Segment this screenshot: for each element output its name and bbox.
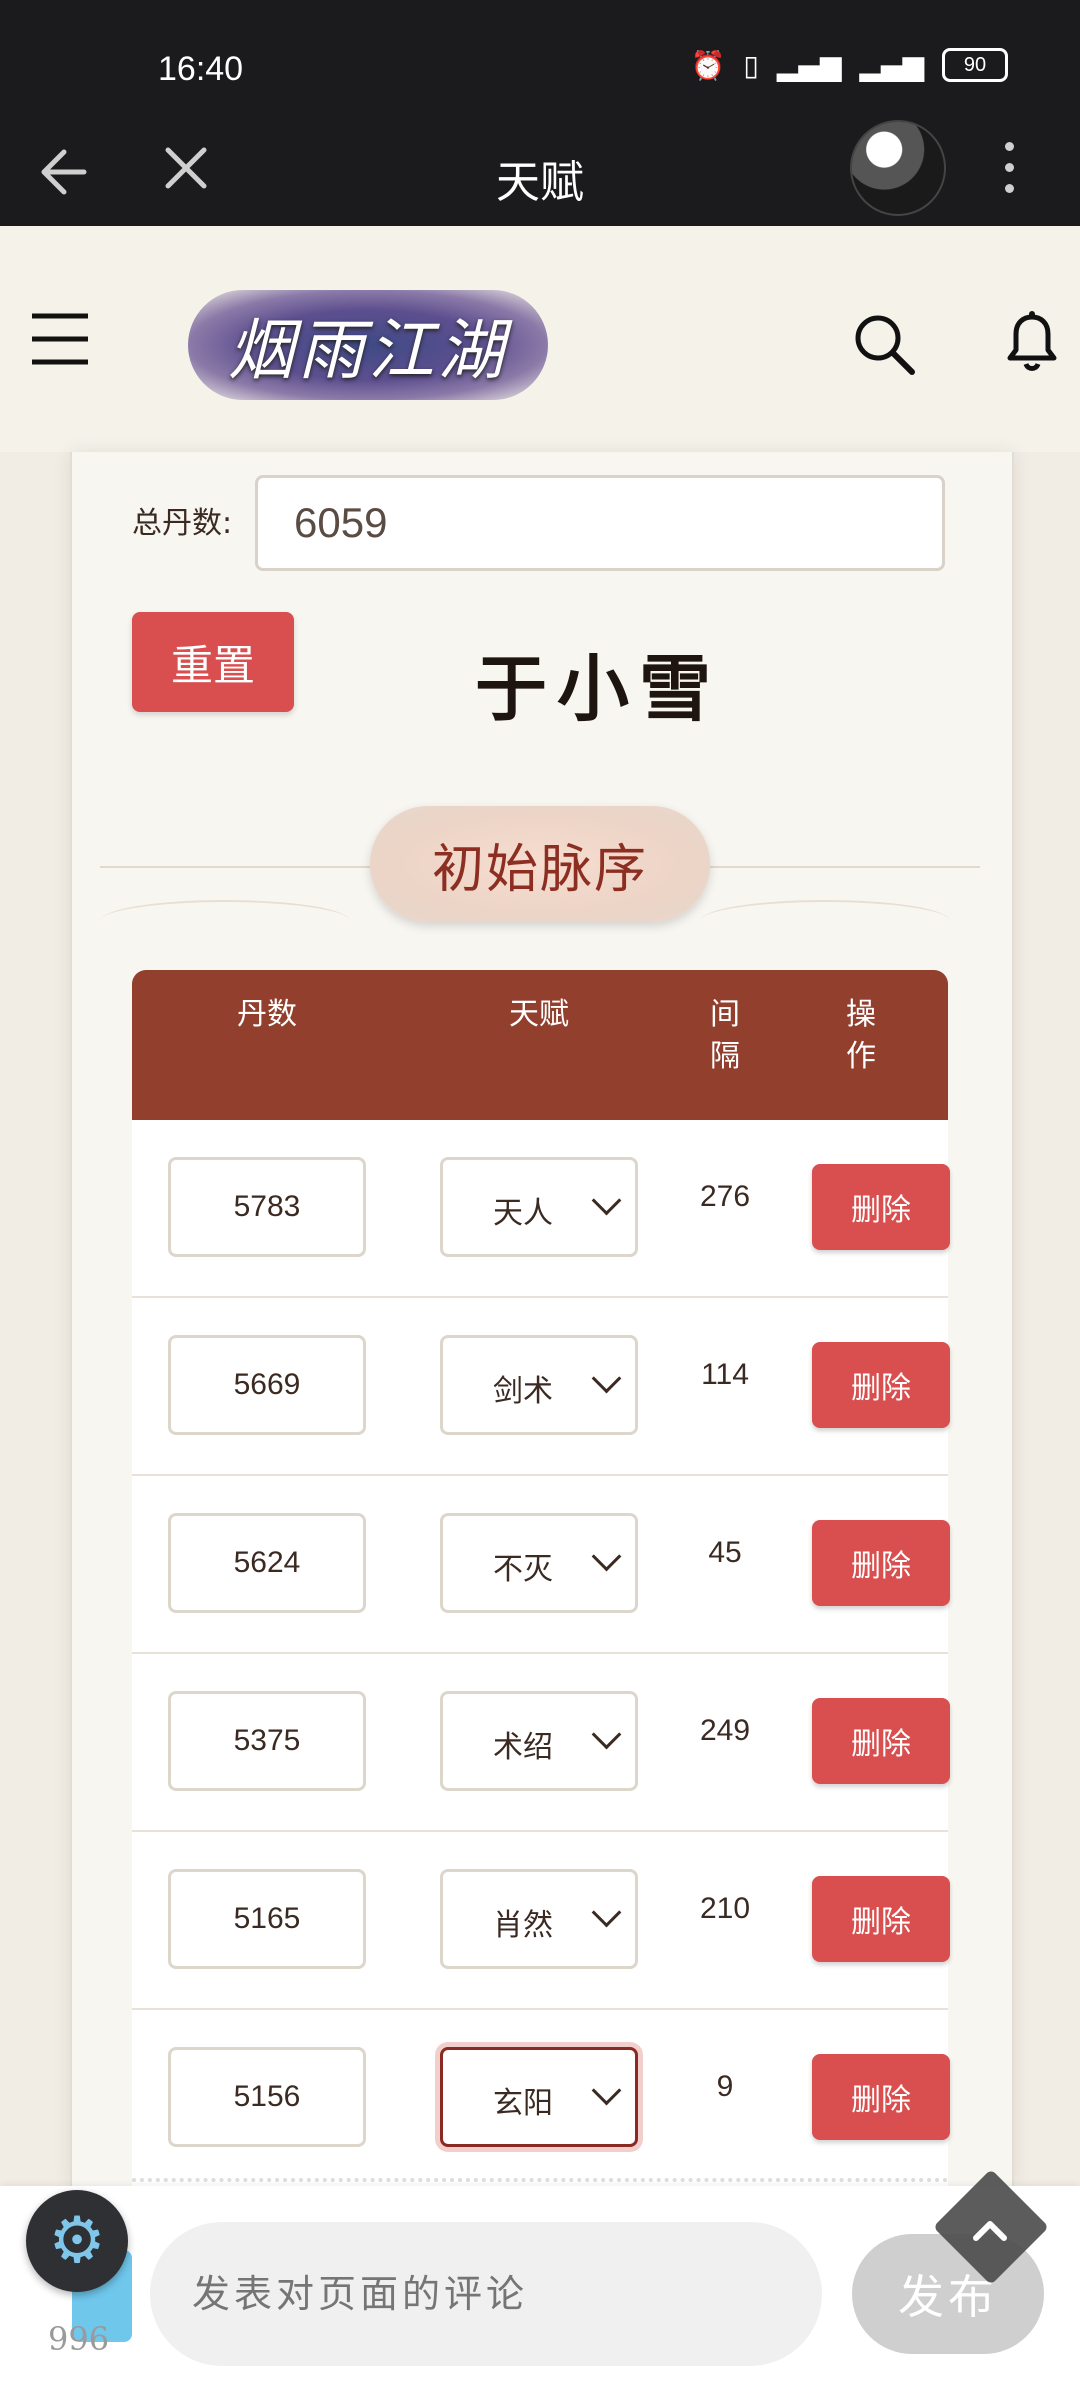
delete-button[interactable]: 删除 — [812, 1876, 950, 1962]
chevron-down-icon — [591, 1897, 622, 1928]
site-logo[interactable]: 烟雨江湖 — [188, 290, 548, 400]
header-action: 操 作 — [846, 997, 876, 1074]
battery-icon: 90 — [942, 48, 1008, 82]
avatar[interactable] — [850, 120, 946, 216]
talent-select[interactable]: 不灭 — [440, 1513, 638, 1613]
alarm-icon: ⏰ — [690, 48, 726, 82]
gear-icon[interactable]: ⚙ — [26, 2190, 128, 2292]
chevron-down-icon — [591, 1185, 622, 1216]
decor-wave-left — [100, 900, 350, 942]
header-talent: 天赋 — [509, 997, 569, 1032]
table-row: 5669 剑术 114 删除 — [132, 1298, 950, 1476]
table-row: 5624 不灭 45 删除 — [132, 1476, 950, 1654]
section-divider-right — [710, 866, 980, 868]
header-dan: 丹数 — [237, 997, 297, 1032]
gap-value: 114 — [701, 1358, 749, 1391]
gap-value: 276 — [699, 1180, 751, 1213]
dan-input[interactable]: 5783 — [168, 1157, 366, 1257]
delete-button[interactable]: 删除 — [812, 1164, 950, 1250]
reset-button[interactable]: 重置 — [132, 612, 294, 712]
talent-table: 5783 天人 276 删除 5669 剑术 114 删除 5624 不灭 45… — [132, 1120, 950, 2188]
status-icons: ⏰ ▯ ▂▄▆ ▂▄▆ 90 — [690, 48, 1008, 82]
chevron-up-icon — [973, 2221, 1007, 2241]
status-time: 16:40 — [158, 50, 244, 88]
character-name: 于小雪 — [474, 646, 721, 731]
delete-button[interactable]: 删除 — [812, 1698, 950, 1784]
table-row: 5783 天人 276 删除 — [132, 1120, 950, 1298]
chevron-down-icon — [591, 2075, 622, 2106]
decor-wave-right — [700, 900, 950, 942]
chevron-down-icon — [591, 1719, 622, 1750]
gap-value: 45 — [708, 1536, 742, 1569]
header-gap: 间 隔 — [710, 997, 740, 1074]
delete-button[interactable]: 删除 — [812, 2054, 950, 2140]
dan-input[interactable]: 5624 — [168, 1513, 366, 1613]
talent-select[interactable]: 玄阳 — [440, 2047, 638, 2147]
dan-input[interactable]: 5165 — [168, 1869, 366, 1969]
delete-button[interactable]: 删除 — [812, 1520, 950, 1606]
hamburger-menu-icon[interactable] — [30, 312, 92, 366]
close-icon[interactable] — [160, 142, 212, 194]
signal-icon: ▂▄▆ — [776, 48, 842, 82]
comment-input[interactable] — [150, 2222, 822, 2366]
comment-count: 996 — [48, 2320, 110, 2358]
delete-button[interactable]: 删除 — [812, 1342, 950, 1428]
chevron-down-icon — [591, 1363, 622, 1394]
more-options-icon[interactable] — [1005, 142, 1015, 193]
dan-input[interactable]: 5156 — [168, 2047, 366, 2147]
signal-icon-2: ▂▄▆ — [859, 48, 924, 82]
talent-select[interactable]: 天人 — [440, 1157, 638, 1257]
talent-select[interactable]: 剑术 — [440, 1335, 638, 1435]
section-divider-left — [100, 866, 370, 868]
gap-value: 9 — [716, 2070, 734, 2103]
total-dan-label: 总丹数: — [132, 506, 233, 541]
dan-input[interactable]: 5669 — [168, 1335, 366, 1435]
table-header: 丹数 天赋 间 隔 操 作 — [132, 970, 948, 1120]
back-arrow-icon[interactable] — [34, 144, 90, 200]
gap-value: 210 — [699, 1892, 751, 1925]
bell-icon[interactable] — [1000, 308, 1064, 378]
gap-value: 249 — [699, 1714, 751, 1747]
section-title: 初始脉序 — [370, 806, 710, 922]
talent-select[interactable]: 肖然 — [440, 1869, 638, 1969]
talent-select[interactable]: 术绍 — [440, 1691, 638, 1791]
vibrate-icon: ▯ — [743, 48, 759, 82]
table-row: 5156 玄阳 9 删除 — [132, 2010, 950, 2188]
total-dan-input[interactable] — [255, 475, 945, 571]
table-row: 5375 术绍 249 删除 — [132, 1654, 950, 1832]
chevron-down-icon — [591, 1541, 622, 1572]
table-row: 5165 肖然 210 删除 — [132, 1832, 950, 2010]
search-icon[interactable] — [852, 312, 918, 378]
dan-input[interactable]: 5375 — [168, 1691, 366, 1791]
